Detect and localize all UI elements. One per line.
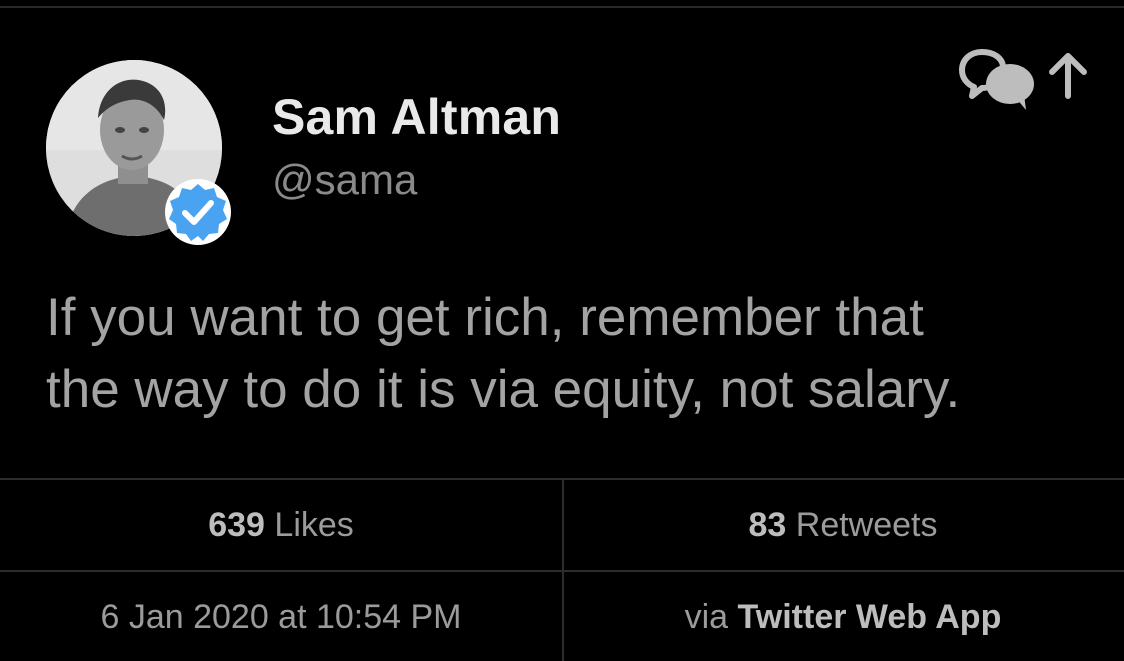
likes-count: 639 [208, 506, 265, 544]
tweet-text-line: the way to do it is via equity, not sala… [46, 360, 961, 419]
tweet-timestamp: 6 Jan 2020 at 10:54 PM [100, 598, 462, 636]
retweets-count: 83 [748, 506, 787, 544]
likes-stat[interactable]: 639 Likes [0, 506, 562, 545]
likes-label: Likes [274, 506, 354, 544]
share-arrow-icon[interactable] [1044, 48, 1092, 100]
tweet-text-line: If you want to get rich, remember that [46, 288, 924, 347]
verified-badge-icon [165, 179, 231, 245]
retweets-label: Retweets [795, 506, 938, 544]
tweet-text: If you want to get rich, remember that t… [46, 282, 1106, 426]
reply-bubbles-icon[interactable] [958, 38, 1036, 114]
tweet-source[interactable]: via Twitter Web App [562, 598, 1124, 637]
author-handle[interactable]: @sama [272, 156, 417, 204]
top-divider [0, 6, 1124, 8]
via-label: via [684, 598, 729, 636]
retweets-stat[interactable]: 83 Retweets [562, 506, 1124, 545]
author-name[interactable]: Sam Altman [272, 88, 561, 146]
source-app: Twitter Web App [737, 598, 1002, 636]
tweet-actions [958, 38, 1098, 114]
